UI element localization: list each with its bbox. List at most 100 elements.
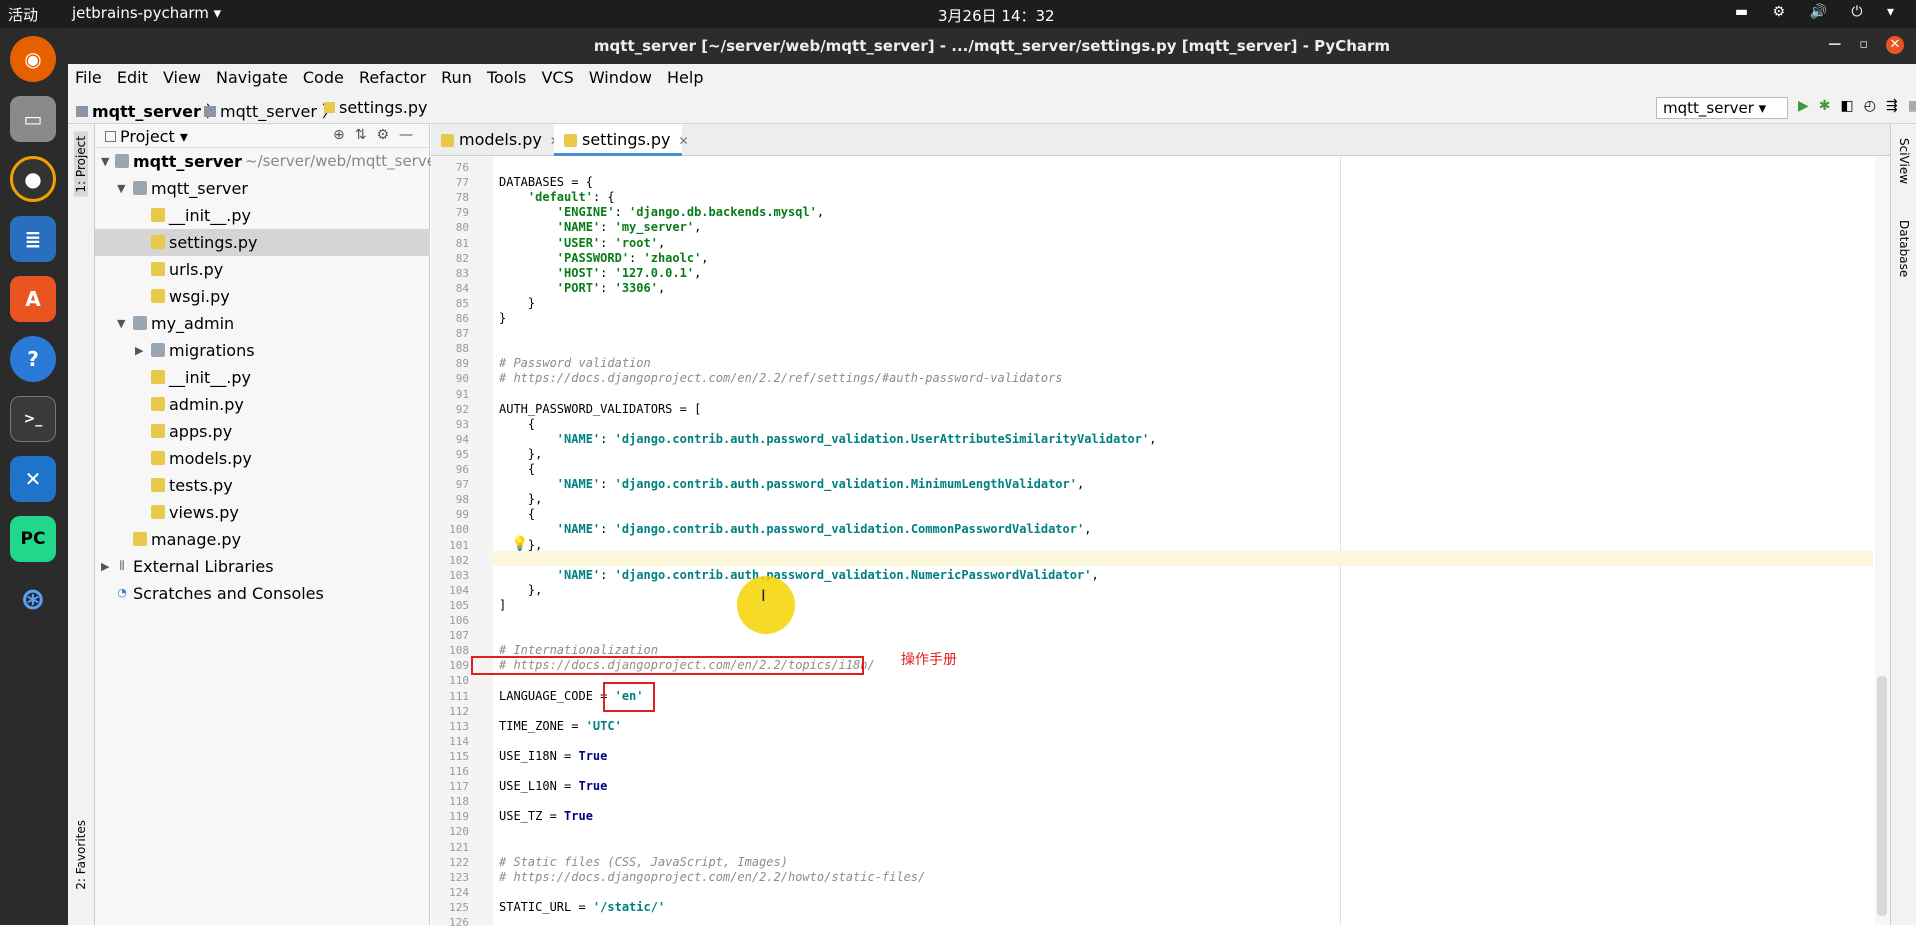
tree-item-file[interactable]: views.py xyxy=(95,499,430,526)
breadcrumb-root[interactable]: mqtt_server 〉 xyxy=(76,98,222,122)
tree-item-scratches[interactable]: ◔ Scratches and Consoles xyxy=(95,580,430,607)
activities-button[interactable]: 活动 xyxy=(8,4,38,25)
collapsed-arrow-icon[interactable]: ▶ xyxy=(101,553,113,580)
tree-item-file[interactable]: apps.py xyxy=(95,418,430,445)
code-line[interactable]: { xyxy=(499,507,535,521)
code-line[interactable]: STATIC_URL = '/static/' xyxy=(499,900,665,914)
collapse-icon[interactable]: ⇅ xyxy=(355,127,377,143)
gear-icon[interactable]: ⚙ xyxy=(376,127,399,143)
code-line[interactable]: AUTH_PASSWORD_VALIDATORS = [ xyxy=(499,402,701,416)
code-line[interactable]: 'NAME': 'django.contrib.auth.password_va… xyxy=(499,432,1157,446)
close-tab-icon[interactable]: ✕ xyxy=(679,134,689,148)
expanded-arrow-icon[interactable]: ▼ xyxy=(117,175,129,202)
app-icon[interactable]: ⊛ xyxy=(10,576,56,622)
firefox-icon[interactable]: ◉ xyxy=(10,36,56,82)
close-icon[interactable]: ✕ xyxy=(1886,36,1904,54)
tree-item-file-selected[interactable]: settings.py xyxy=(95,229,430,256)
terminal-icon[interactable]: >_ xyxy=(10,396,56,442)
code-line[interactable]: DATABASES = { xyxy=(499,175,593,189)
rhythmbox-icon[interactable]: ● xyxy=(10,156,56,202)
tree-item-folder[interactable]: ▶ migrations xyxy=(95,337,430,364)
hide-icon[interactable]: — xyxy=(399,127,423,143)
tree-item-file[interactable]: urls.py xyxy=(95,256,430,283)
menu-code[interactable]: Code xyxy=(298,64,349,91)
code-line[interactable]: USE_I18N = True xyxy=(499,749,607,763)
code-line[interactable]: USE_L10N = True xyxy=(499,779,607,793)
code-line[interactable]: # https://docs.djangoproject.com/en/2.2/… xyxy=(499,371,1063,385)
tree-item-folder[interactable]: ▼ my_admin xyxy=(95,310,430,337)
tool-tab-sciview[interactable]: SciView xyxy=(1897,138,1911,184)
tree-item-libraries[interactable]: ▶ ⫼ External Libraries xyxy=(95,553,430,580)
project-panel-title[interactable]: Project xyxy=(120,127,175,146)
menu-help[interactable]: Help xyxy=(662,64,708,91)
tree-item-file[interactable]: tests.py xyxy=(95,472,430,499)
menu-edit[interactable]: Edit xyxy=(112,64,153,91)
tool-tab-database[interactable]: Database xyxy=(1897,220,1911,277)
code-line[interactable]: ] xyxy=(499,598,506,612)
vscode-icon[interactable]: ✕ xyxy=(10,456,56,502)
run-icon[interactable]: ▶ xyxy=(1798,98,1819,114)
expanded-arrow-icon[interactable]: ▼ xyxy=(117,310,129,337)
tree-item-folder[interactable]: ▼ mqtt_server xyxy=(95,175,430,202)
code-line[interactable]: { xyxy=(499,417,535,431)
expanded-arrow-icon[interactable]: ▼ xyxy=(101,148,113,175)
tree-item-file[interactable]: admin.py xyxy=(95,391,430,418)
code-line[interactable]: USE_TZ = True xyxy=(499,809,593,823)
collapsed-arrow-icon[interactable]: ▶ xyxy=(135,337,147,364)
tree-item-file[interactable]: wsgi.py xyxy=(95,283,430,310)
pycharm-icon[interactable]: PC xyxy=(10,516,56,562)
code-line[interactable]: 'NAME': 'django.contrib.auth.password_va… xyxy=(499,522,1092,536)
tree-item-file[interactable]: models.py xyxy=(95,445,430,472)
code-line[interactable]: TIME_ZONE = 'UTC' xyxy=(499,719,622,733)
tree-item-file[interactable]: __init__.py xyxy=(95,364,430,391)
menu-navigate[interactable]: Navigate xyxy=(211,64,293,91)
code-line[interactable]: 'NAME': 'django.contrib.auth.password_va… xyxy=(499,568,1099,582)
breadcrumb-file[interactable]: settings.py xyxy=(324,98,428,117)
app-menu[interactable]: jetbrains-pycharm ▾ xyxy=(72,4,221,22)
code-line[interactable]: 'HOST': '127.0.0.1', xyxy=(499,266,702,280)
code-line[interactable]: 'default': { xyxy=(499,190,615,204)
menu-file[interactable]: File xyxy=(70,64,107,91)
menu-tools[interactable]: Tools xyxy=(482,64,531,91)
code-line[interactable]: 'USER': 'root', xyxy=(499,236,665,250)
code-line[interactable]: 'PORT': '3306', xyxy=(499,281,665,295)
clock[interactable]: 3月26日 14：32 xyxy=(938,5,1055,26)
scrollbar-thumb[interactable] xyxy=(1877,676,1887,916)
tree-item-file[interactable]: manage.py xyxy=(95,526,430,553)
debug-icon[interactable]: ✱ xyxy=(1819,98,1841,114)
code-line[interactable]: }, xyxy=(499,492,542,506)
stop-icon[interactable]: ■ xyxy=(1908,98,1916,114)
tool-tab-favorites[interactable]: 2: Favorites xyxy=(74,820,88,890)
maximize-icon[interactable]: ▫ xyxy=(1859,37,1886,52)
editor-scrollbar[interactable] xyxy=(1875,156,1890,925)
menu-window[interactable]: Window xyxy=(584,64,657,91)
code-line[interactable]: } xyxy=(499,296,535,310)
code-line[interactable]: } xyxy=(499,311,506,325)
profile-icon[interactable]: ◴ xyxy=(1864,98,1886,114)
software-center-icon[interactable]: A xyxy=(10,276,56,322)
breadcrumb-package[interactable]: mqtt_server 〉 xyxy=(204,98,338,122)
window-controls[interactable]: —▫ ✕ xyxy=(1828,36,1904,54)
menu-view[interactable]: View xyxy=(158,64,206,91)
locate-icon[interactable]: ⊕ xyxy=(333,127,355,143)
code-line[interactable]: 'PASSWORD': 'zhaolc', xyxy=(499,251,709,265)
tree-item-root[interactable]: ▼ mqtt_server ~/server/web/mqtt_server xyxy=(95,148,442,175)
menu-run[interactable]: Run xyxy=(436,64,477,91)
code-line[interactable]: { xyxy=(499,462,535,476)
code-line[interactable]: }, xyxy=(499,447,542,461)
help-icon[interactable]: ? xyxy=(10,336,56,382)
menu-vcs[interactable]: VCS xyxy=(536,64,578,91)
system-tray[interactable]: ▬ ⚙ 🔊 ⏻ ▾ xyxy=(1735,4,1904,20)
run-configuration-select[interactable]: mqtt_server ▾ xyxy=(1656,97,1788,119)
coverage-icon[interactable]: ◧ xyxy=(1841,98,1864,114)
code-line[interactable]: # Static files (CSS, JavaScript, Images) xyxy=(499,855,788,869)
code-line[interactable]: # Password validation xyxy=(499,356,651,370)
code-line[interactable]: 'NAME': 'django.contrib.auth.password_va… xyxy=(499,477,1084,491)
code-line[interactable]: # https://docs.djangoproject.com/en/2.2/… xyxy=(499,870,925,884)
tab-settings-py[interactable]: settings.py ✕ xyxy=(554,124,689,156)
tool-tab-project[interactable]: 1: Project xyxy=(74,132,88,197)
code-line[interactable]: }, xyxy=(499,583,542,597)
menu-refactor[interactable]: Refactor xyxy=(354,64,431,91)
files-icon[interactable]: ▭ xyxy=(10,96,56,142)
bulb-icon[interactable]: 💡 xyxy=(511,536,528,552)
